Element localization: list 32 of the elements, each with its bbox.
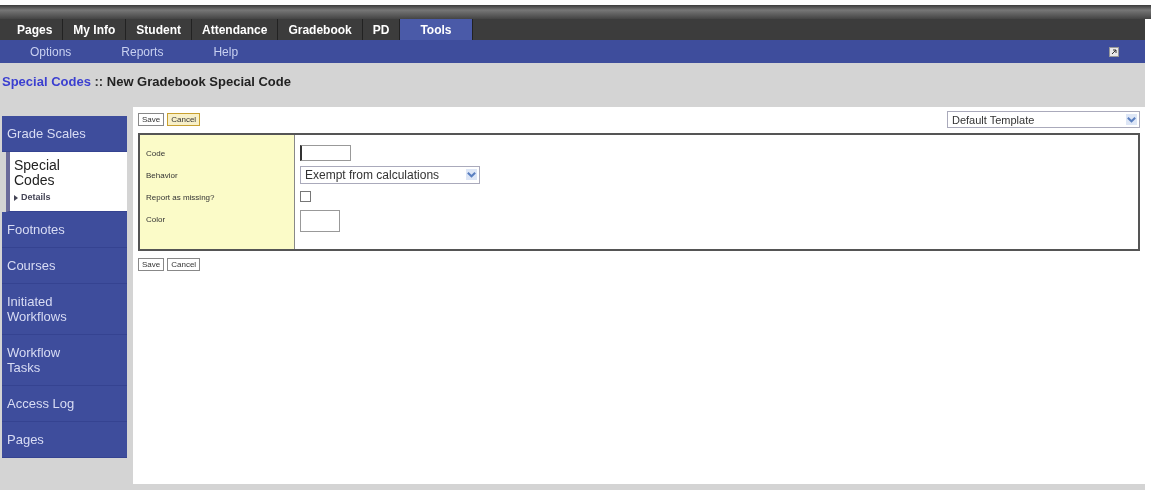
sidebar-item[interactable]: Grade Scales	[2, 116, 127, 152]
sidebar-item[interactable]: Footnotes	[2, 212, 127, 248]
sidebar-item[interactable]: Workflow Tasks	[2, 335, 127, 386]
subnav-link[interactable]: Help	[213, 44, 239, 59]
page-title: New Gradebook Special Code	[106, 73, 291, 89]
sidebar-item[interactable]: Courses	[2, 248, 127, 284]
save-button[interactable]: Save	[138, 258, 165, 271]
subnav-link[interactable]: Options	[30, 44, 72, 59]
cancel-button[interactable]: Cancel	[167, 258, 201, 271]
cancel-button[interactable]: Cancel	[167, 113, 201, 126]
sidebar-item[interactable]: Access Log	[2, 386, 127, 422]
field-label: Report as missing?	[146, 192, 216, 204]
field-label: Behavior	[146, 170, 179, 182]
field-label: Code	[146, 148, 167, 160]
report-missing-checkbox[interactable]	[300, 191, 311, 202]
behavior-dropdown[interactable]: Exempt from calculations	[300, 165, 480, 184]
sidebar-subitem[interactable]: Details	[14, 190, 123, 205]
code-field[interactable]	[300, 144, 351, 161]
sidebar-item[interactable]: Special Codes Details	[6, 152, 127, 212]
field-label: Color	[146, 214, 167, 226]
popout-icon[interactable]	[1109, 46, 1119, 57]
color-field[interactable]	[300, 209, 340, 232]
sidebar-item[interactable]: Pages	[2, 422, 127, 458]
caret-icon	[1126, 114, 1137, 125]
template-dropdown[interactable]: Default Template	[947, 111, 1140, 128]
subnav-link[interactable]: Reports	[121, 44, 164, 59]
nav-tab[interactable]: Tools	[400, 19, 473, 40]
save-button[interactable]: Save	[138, 113, 165, 126]
sidebar-item[interactable]: Initiated Workflows	[2, 284, 127, 335]
breadcrumb-separator: ::	[93, 73, 105, 89]
caret-icon	[466, 169, 477, 180]
breadcrumb-link[interactable]: Special Codes	[2, 73, 91, 89]
